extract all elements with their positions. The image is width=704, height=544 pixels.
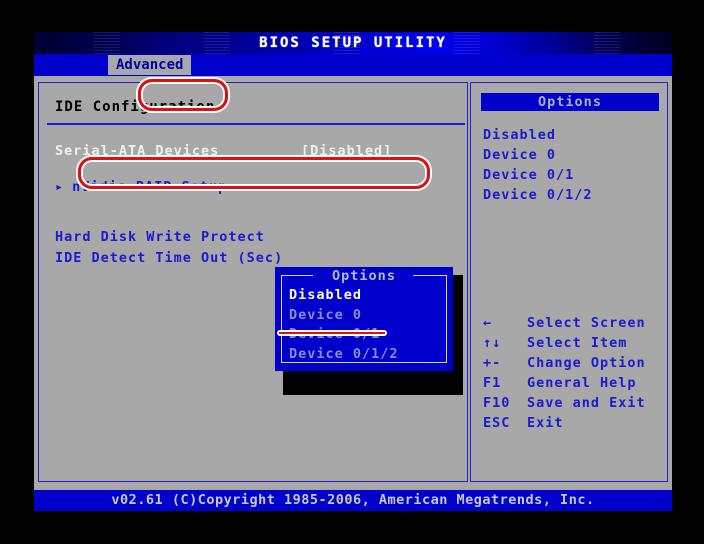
popup-option-disabled[interactable]: Disabled [289, 287, 362, 303]
options-panel-header: Options [481, 93, 659, 111]
submenu-arrow-icon: ▸ [55, 179, 65, 195]
page-title: IDE Configuration [55, 99, 216, 115]
options-panel-item-device-0-1: Device 0/1 [483, 167, 575, 183]
setting-label: IDE Detect Time Out (Sec) [55, 250, 284, 266]
tab-advanced[interactable]: Advanced [108, 55, 192, 75]
help-label: Select Screen [527, 315, 646, 331]
help-label: Change Option [527, 355, 646, 371]
bios-screen: BIOS SETUP UTILITY Advanced IDE Configur… [34, 32, 672, 511]
setting-label: Hard Disk Write Protect [55, 229, 265, 245]
up-down-arrow-icon: ↑↓ [483, 335, 502, 351]
body-area: IDE Configuration Serial-ATA Devices [Di… [34, 76, 672, 488]
f10-key-icon: F10 [483, 395, 511, 411]
options-popup[interactable]: Options Disabled Device 0 Device 0/1 Dev… [275, 267, 453, 371]
options-popup-title: Options [332, 268, 396, 284]
menu-bar: Advanced [34, 54, 672, 76]
setting-row-serial-ata-devices[interactable]: Serial-ATA Devices [Disabled] [55, 143, 405, 161]
setting-row-hard-disk-write-protect[interactable]: Hard Disk Write Protect [55, 229, 265, 245]
esc-key-icon: ESC [483, 415, 511, 431]
setting-row-ide-detect-time-out[interactable]: IDE Detect Time Out (Sec) [55, 250, 283, 266]
setting-label: nVidia RAID Setup [72, 179, 228, 195]
popup-option-device-0-1-2[interactable]: Device 0/1/2 [289, 346, 399, 362]
options-help-panel: Options Disabled Device 0 Device 0/1 Dev… [470, 82, 668, 482]
options-panel-item-device-0-1-2: Device 0/1/2 [483, 187, 593, 203]
options-panel-item-disabled: Disabled [483, 127, 557, 143]
help-label: Select Item [527, 335, 628, 351]
footer-copyright: v02.61 (C)Copyright 1985-2006, American … [34, 490, 672, 511]
setting-label: Serial-ATA Devices [55, 143, 220, 159]
plus-minus-icon: +- [483, 355, 502, 371]
setting-row-nvidia-raid-setup[interactable]: ▸ nVidia RAID Setup [55, 179, 227, 195]
settings-panel: IDE Configuration Serial-ATA Devices [Di… [38, 82, 468, 482]
title-bar: BIOS SETUP UTILITY [34, 32, 672, 54]
options-panel-item-device-0: Device 0 [483, 147, 557, 163]
help-label: Save and Exit [527, 395, 646, 411]
help-label: Exit [527, 415, 564, 431]
annotation-underline-device-0-1 [277, 330, 387, 336]
setting-value: [Disabled] [301, 143, 393, 159]
popup-option-device-0[interactable]: Device 0 [289, 307, 362, 323]
annotation-underline-red [279, 332, 385, 334]
f1-key-icon: F1 [483, 375, 502, 391]
left-arrow-icon: ← [483, 315, 493, 331]
window-title: BIOS SETUP UTILITY [259, 35, 447, 51]
help-label: General Help [527, 375, 637, 391]
divider [47, 123, 465, 125]
